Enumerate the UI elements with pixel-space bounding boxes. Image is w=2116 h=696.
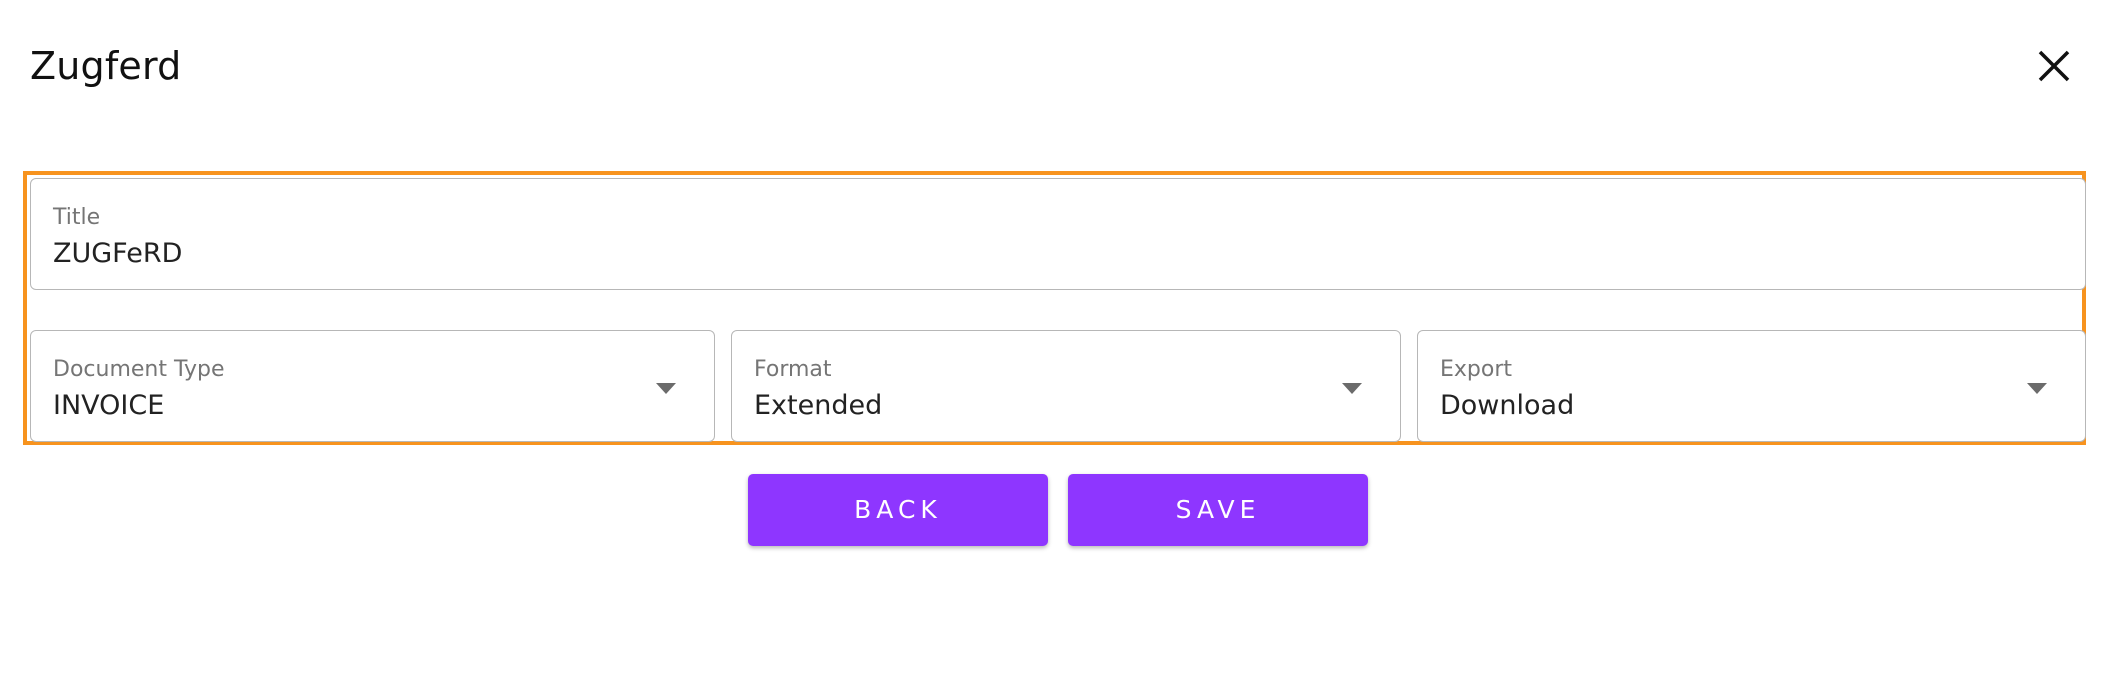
format-value: Extended <box>754 390 883 421</box>
export-select[interactable]: Export Download <box>1417 330 2086 442</box>
title-field[interactable]: Title ZUGFeRD <box>30 178 2086 290</box>
title-field-value[interactable]: ZUGFeRD <box>53 237 182 271</box>
zugferd-dialog: Zugferd Title ZUGFeRD Document Type INVO… <box>0 0 2116 696</box>
export-value: Download <box>1440 390 1575 421</box>
chevron-down-icon[interactable] <box>2027 383 2047 394</box>
dialog-title: Zugferd <box>30 44 182 88</box>
save-button[interactable]: SAVE <box>1068 474 1368 546</box>
document-type-label: Document Type <box>53 357 225 382</box>
document-type-select[interactable]: Document Type INVOICE <box>30 330 715 442</box>
export-label: Export <box>1440 357 1513 382</box>
chevron-down-icon[interactable] <box>656 383 676 394</box>
close-icon <box>2038 50 2070 82</box>
back-button[interactable]: BACK <box>748 474 1048 546</box>
close-button[interactable] <box>2032 44 2076 88</box>
document-type-value: INVOICE <box>53 390 165 421</box>
format-label: Format <box>754 357 832 382</box>
format-select[interactable]: Format Extended <box>731 330 1401 442</box>
chevron-down-icon[interactable] <box>1342 383 1362 394</box>
title-field-label: Title <box>53 205 101 230</box>
